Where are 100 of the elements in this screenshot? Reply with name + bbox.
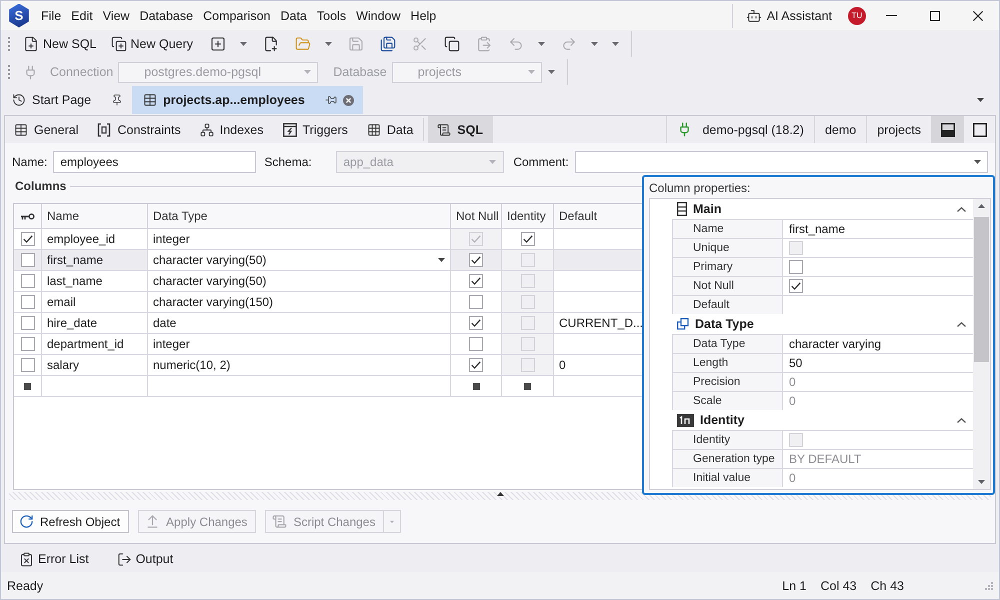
table-row[interactable]: employee_id integer xyxy=(14,228,642,250)
scroll-icon xyxy=(437,122,452,136)
connection-info[interactable]: demo-pgsql (18.2) xyxy=(692,122,814,136)
property-value[interactable]: 50 xyxy=(782,353,973,372)
caret-down-icon xyxy=(974,160,981,164)
connection-info[interactable]: demo xyxy=(814,116,866,143)
scrollbar[interactable] xyxy=(973,199,990,489)
chevron-up-icon[interactable] xyxy=(957,418,966,422)
caret-down-icon[interactable] xyxy=(548,70,555,74)
caret-down-icon[interactable] xyxy=(325,42,332,46)
caret-down-icon[interactable] xyxy=(612,42,620,46)
resize-grip-icon[interactable] xyxy=(984,581,993,590)
name-field[interactable]: employees xyxy=(53,150,256,172)
table-row[interactable]: last_name character varying(50) xyxy=(14,270,642,292)
menu-item[interactable]: Tools xyxy=(312,6,352,26)
menu-item[interactable]: Data xyxy=(275,6,312,26)
caret-down-icon[interactable] xyxy=(438,258,445,262)
toolbar-button[interactable]: New Query xyxy=(106,33,198,55)
copy-plus-icon xyxy=(110,36,126,52)
folder-icon[interactable] xyxy=(295,36,312,52)
close-icon[interactable] xyxy=(342,94,354,106)
property-value[interactable] xyxy=(782,238,973,257)
table-row[interactable]: email character varying(150) xyxy=(14,292,642,312)
tool-tab[interactable]: Output xyxy=(112,550,178,568)
table-row[interactable]: department_id integer xyxy=(14,334,642,354)
property-label: Generation type xyxy=(672,449,782,468)
property-value[interactable]: first_name xyxy=(782,219,973,238)
upload-arrow-icon xyxy=(145,514,160,529)
checkbox[interactable] xyxy=(20,316,34,330)
floppy-disks-icon[interactable] xyxy=(380,36,396,52)
checkbox[interactable] xyxy=(469,316,483,330)
tool-tab[interactable]: Error List xyxy=(15,550,93,568)
menu-item[interactable]: View xyxy=(98,6,135,26)
overlapping-squares-icon xyxy=(677,318,689,330)
cursor-position: Col 43 xyxy=(820,578,857,592)
caret-down-icon[interactable] xyxy=(240,42,248,46)
pin-icon[interactable] xyxy=(324,94,337,106)
ai-assistant-button[interactable]: AI Assistant xyxy=(742,6,836,26)
property-label: Scale xyxy=(672,391,782,410)
editor-tab[interactable]: Triggers xyxy=(274,116,358,143)
checkbox[interactable] xyxy=(469,358,483,372)
document-tab[interactable]: projects.ap...employees xyxy=(132,86,363,114)
checkbox[interactable] xyxy=(789,260,803,274)
pin-icon[interactable] xyxy=(111,94,124,106)
property-value[interactable]: character varying xyxy=(782,334,973,353)
table-row[interactable]: hire_date date CURRENT_D... xyxy=(14,312,642,334)
checkbox[interactable] xyxy=(469,337,483,352)
table-row[interactable]: first_name character varying(50) xyxy=(14,250,642,270)
menu-item[interactable]: Window xyxy=(351,6,406,26)
menu-item[interactable]: Database xyxy=(134,6,198,26)
user-avatar[interactable]: TU xyxy=(848,6,866,24)
clipboard-error-icon xyxy=(19,552,34,566)
panel-icon xyxy=(972,122,986,136)
scroll-down-arrow-icon[interactable] xyxy=(978,480,985,484)
scroll-up-arrow-icon[interactable] xyxy=(978,204,985,208)
editor-tab[interactable]: Data xyxy=(358,116,424,143)
checkbox[interactable] xyxy=(469,253,483,268)
editor-tab[interactable]: General xyxy=(5,116,88,143)
property-label: Precision xyxy=(672,372,782,391)
file-plus-icon[interactable] xyxy=(263,36,280,52)
checkbox[interactable] xyxy=(469,274,483,288)
splitter[interactable] xyxy=(9,492,991,500)
toolbar-button[interactable]: New SQL xyxy=(18,33,102,55)
checkbox[interactable] xyxy=(20,253,34,268)
menu-item[interactable]: Comparison xyxy=(198,6,276,26)
menu-item[interactable]: Edit xyxy=(66,6,98,26)
checkbox[interactable] xyxy=(520,232,534,246)
caret-down-icon[interactable] xyxy=(977,98,984,102)
menu-item[interactable]: Help xyxy=(406,6,442,26)
connection-label: Connection xyxy=(50,65,114,79)
column-header: Identity xyxy=(502,204,554,228)
split-panel-icon xyxy=(940,122,954,136)
checkbox[interactable] xyxy=(20,337,34,352)
comment-field[interactable] xyxy=(574,150,988,172)
checkbox[interactable] xyxy=(469,295,483,310)
chevron-up-icon[interactable] xyxy=(957,322,966,326)
chevron-up-icon[interactable] xyxy=(957,206,966,212)
square-plus-icon[interactable] xyxy=(210,36,226,52)
checkbox[interactable] xyxy=(789,279,803,293)
property-value[interactable] xyxy=(782,430,973,449)
table-row[interactable]: salary numeric(10, 2) 0 xyxy=(14,354,642,376)
checkbox[interactable] xyxy=(20,274,34,288)
layout-button[interactable] xyxy=(931,116,963,143)
scrollbar-thumb[interactable] xyxy=(974,217,989,362)
checkbox[interactable] xyxy=(20,358,34,372)
property-label: Length xyxy=(672,353,782,372)
checkbox[interactable] xyxy=(20,232,34,246)
check-icon xyxy=(471,277,481,286)
caret-down-icon[interactable] xyxy=(591,42,598,46)
editor-tab[interactable]: SQL xyxy=(428,116,493,143)
menu-item[interactable]: File xyxy=(36,6,66,26)
editor-tab[interactable]: Indexes xyxy=(190,116,274,143)
copy-icon[interactable] xyxy=(444,36,460,52)
check-icon xyxy=(522,235,532,244)
caret-down-icon[interactable] xyxy=(538,42,546,46)
action-button[interactable]: Refresh Object xyxy=(12,510,130,533)
editor-tab[interactable]: Constraints xyxy=(88,116,191,143)
document-tab[interactable]: Start Page xyxy=(1,86,132,114)
app-logo: S xyxy=(8,4,30,28)
checkbox[interactable] xyxy=(20,295,34,310)
